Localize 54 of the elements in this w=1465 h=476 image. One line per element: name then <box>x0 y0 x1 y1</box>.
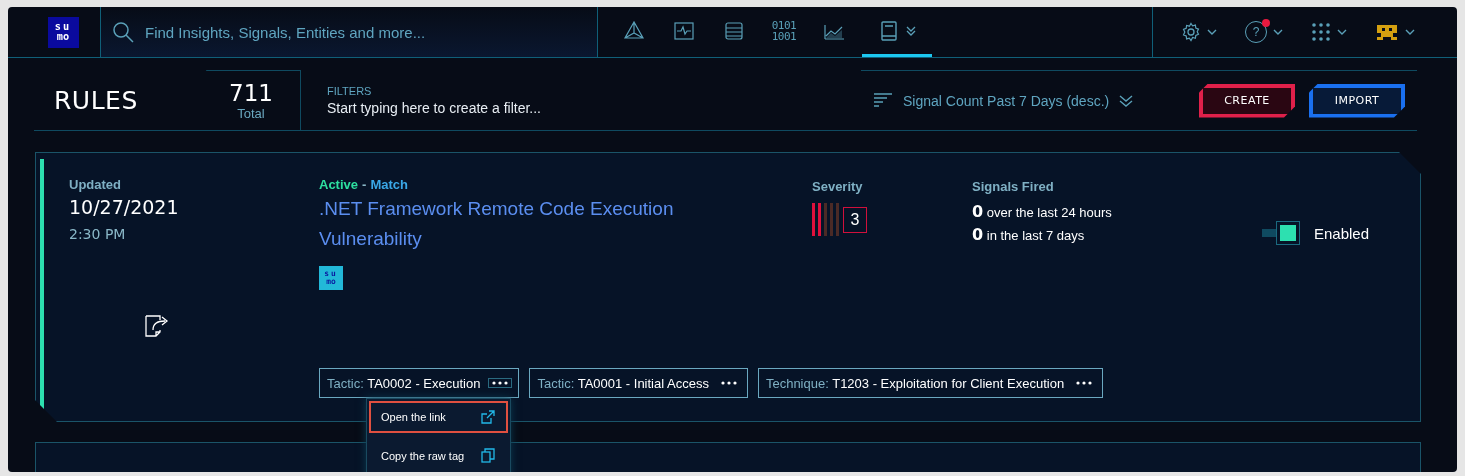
network-icon <box>623 19 645 42</box>
external-link-icon <box>480 409 496 425</box>
settings-icon <box>1181 22 1201 42</box>
updated-label: Updated <box>69 177 122 192</box>
rule-type: Match <box>370 177 408 192</box>
caret-icon[interactable] <box>1273 29 1283 35</box>
rule-title-link[interactable]: .NET Framework Remote Code Execution Vulnerability <box>319 194 739 254</box>
double-chevron-icon <box>1119 94 1134 107</box>
severity-value: 3 <box>843 206 867 233</box>
more-icon <box>1076 381 1093 385</box>
page-title: RULES <box>53 84 139 117</box>
double-chevron-icon <box>906 25 916 36</box>
create-button[interactable]: CREATE <box>1199 83 1295 118</box>
logo: su mo <box>47 16 79 48</box>
filter-field[interactable]: Start typing here to create a filter... <box>327 99 807 116</box>
tag-text: Technique: T1203 - Exploitation for Client Execution <box>765 375 1065 391</box>
signals-label: Signals Fired <box>972 179 1054 194</box>
signal-count-text: 0 over the last 24 hours <box>972 201 1113 223</box>
severity-label: Severity <box>812 179 863 194</box>
updated-date: 10/27/2021 <box>69 196 180 218</box>
total-label: Total <box>236 106 265 121</box>
more-icon <box>720 381 737 385</box>
search-field[interactable]: Find Insights, Signals, Entities and more... <box>100 7 598 57</box>
updated-time: 2:30 PM <box>69 226 127 242</box>
notification-dot <box>1262 19 1270 27</box>
nav-tab[interactable]: 0101 1001 <box>762 7 806 57</box>
total-count: 711 <box>228 80 273 106</box>
enabled-toggle[interactable] <box>1262 221 1300 245</box>
tag-text: Tactic: TA0001 - Initial Access <box>537 375 709 391</box>
search-icon <box>112 21 134 43</box>
caret-icon[interactable] <box>1405 29 1415 35</box>
menu-item[interactable]: Copy the raw tag <box>369 440 508 472</box>
help-menu[interactable]: ? <box>1245 17 1283 47</box>
drive-stack-icon <box>723 19 745 42</box>
enabled-label: Enabled <box>1314 225 1370 242</box>
tag-text: Tactic: TA0002 - Execution <box>327 375 481 391</box>
binary-icon: 0101 1001 <box>771 19 797 42</box>
import-button[interactable]: IMPORT <box>1309 83 1405 118</box>
pulse-monitor-icon <box>673 19 695 42</box>
apps-grid-icon <box>1311 22 1331 42</box>
avatar-icon <box>1375 23 1399 41</box>
more-icon <box>492 381 509 385</box>
signal-count-text: 0 in the last 7 days <box>972 224 1086 246</box>
sort-dropdown[interactable]: Signal Count Past 7 Days (desc.) <box>861 70 1161 130</box>
more-button[interactable] <box>488 378 513 388</box>
caret-icon[interactable] <box>1207 29 1217 35</box>
caret-icon[interactable] <box>1337 29 1347 35</box>
sort-icon <box>873 91 893 110</box>
menu-item[interactable]: Open the link <box>369 401 508 433</box>
rule-status: Active <box>319 177 359 192</box>
filters-label: FILTERS <box>327 84 373 97</box>
copy-icon <box>480 448 496 464</box>
status-separator: - <box>362 177 367 192</box>
book-icon <box>878 19 900 42</box>
